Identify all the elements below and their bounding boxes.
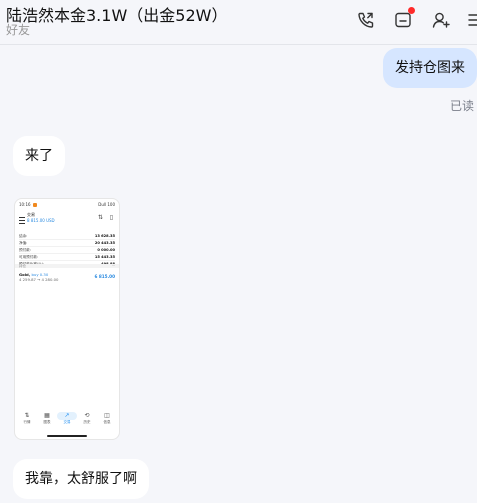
screenshot-bottom-nav: ⇅ 行情 ▦ 图表 ↗ 交易 ⟲ 历史 ◫ 信息 [15, 412, 119, 432]
document-icon: ▯ [109, 214, 113, 221]
read-receipt: 已读 [450, 99, 475, 113]
message-received-bubble[interactable]: 来了 [13, 136, 65, 176]
position-profit: 6 815.00 [94, 274, 115, 279]
message-box-icon[interactable] [393, 7, 415, 30]
screenshot-section-header: 持仓 ··· [19, 264, 115, 269]
nav-item-history: ⟲ 历史 [83, 412, 91, 424]
chat-subtitle: 好友 [6, 23, 31, 37]
message-received-bubble[interactable]: 我靠，太舒服了啊 [13, 459, 149, 499]
message-sent-bubble[interactable]: 发持仓图来 [383, 48, 477, 88]
table-row: 预付款: 0 000.00 [19, 248, 115, 254]
home-indicator [47, 435, 87, 437]
nav-item-chart: ▦ 图表 [43, 412, 51, 424]
table-row: 净值: 20 443.35 [19, 241, 115, 247]
sort-icon: ⇅ [97, 214, 103, 221]
menu-icon[interactable] [466, 10, 477, 30]
screenshot-account-rows: 结余: 13 628.35 净值: 20 443.35 预付款: 0 000.00 可… [19, 233, 115, 268]
screenshot-position: Gold, buy 0.30 4 259.87 → 4 280.00 6 815… [19, 272, 115, 284]
position-prices: 4 259.87 → 4 280.00 [19, 277, 59, 282]
image-message-thumbnail[interactable]: 10:16 Dull 100 交易 8 815.00 USD ⇅ ▯ 结余: 13… [14, 198, 120, 440]
nav-item-news: ◫ 信息 [103, 412, 111, 424]
add-friend-icon[interactable] [431, 10, 451, 30]
section-label: 持仓 [19, 264, 26, 268]
nav-item-trade: ↗ 交易 [57, 412, 77, 425]
more-icon: ··· [111, 264, 115, 268]
screenshot-status-right: Dull 100 [98, 202, 115, 207]
table-row: 结余: 13 628.35 [19, 234, 115, 240]
chat-title: 陆浩然本金3.1W（出金52W） [6, 6, 228, 25]
table-row: 可用预付款: 15 443.35 [19, 255, 115, 261]
chat-header: 陆浩然本金3.1W（出金52W） 好友 [0, 0, 477, 45]
screenshot-time: 10:16 [19, 202, 31, 207]
screenshot-account: 交易 8 815.00 USD ⇅ ▯ [19, 212, 115, 230]
screenshot-menu-icon [19, 217, 25, 224]
nav-item-quotes: ⇅ 行情 [23, 412, 31, 424]
phone-call-icon[interactable] [356, 10, 376, 30]
screenshot-status-bar: 10:16 Dull 100 [19, 202, 115, 210]
notification-dot [408, 7, 415, 14]
screenshot-balance: 8 815.00 USD [27, 218, 55, 223]
